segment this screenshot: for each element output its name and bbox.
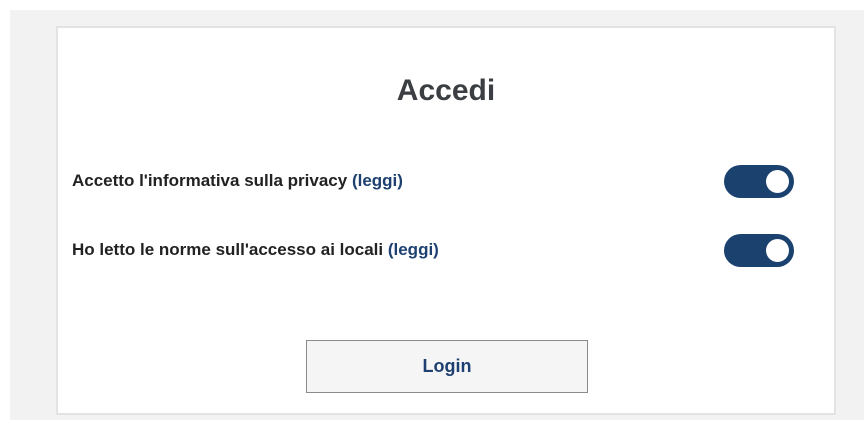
access-rules-read-link[interactable]: (leggi) <box>388 240 439 259</box>
toggle-knob <box>766 169 789 193</box>
privacy-consent-label: Accetto l'informativa sulla privacy <box>72 171 348 190</box>
page-title: Accedi <box>396 74 496 107</box>
login-card: Accedi Accetto l'informativa sulla priva… <box>56 26 836 415</box>
access-rules-consent-toggle[interactable] <box>724 233 794 267</box>
access-rules-consent-label: Ho letto le norme sull'accesso ai locali <box>72 240 384 259</box>
privacy-read-link[interactable]: (leggi) <box>352 171 403 190</box>
login-button[interactable]: Login <box>306 340 588 393</box>
toggle-knob <box>766 238 789 262</box>
privacy-consent-text: Accetto l'informativa sulla privacy (leg… <box>72 171 403 191</box>
access-rules-consent-text: Ho letto le norme sull'accesso ai locali… <box>72 240 439 260</box>
privacy-consent-row: Accetto l'informativa sulla privacy (leg… <box>72 164 794 198</box>
access-rules-consent-row: Ho letto le norme sull'accesso ai locali… <box>72 233 794 267</box>
privacy-consent-toggle[interactable] <box>724 164 794 198</box>
